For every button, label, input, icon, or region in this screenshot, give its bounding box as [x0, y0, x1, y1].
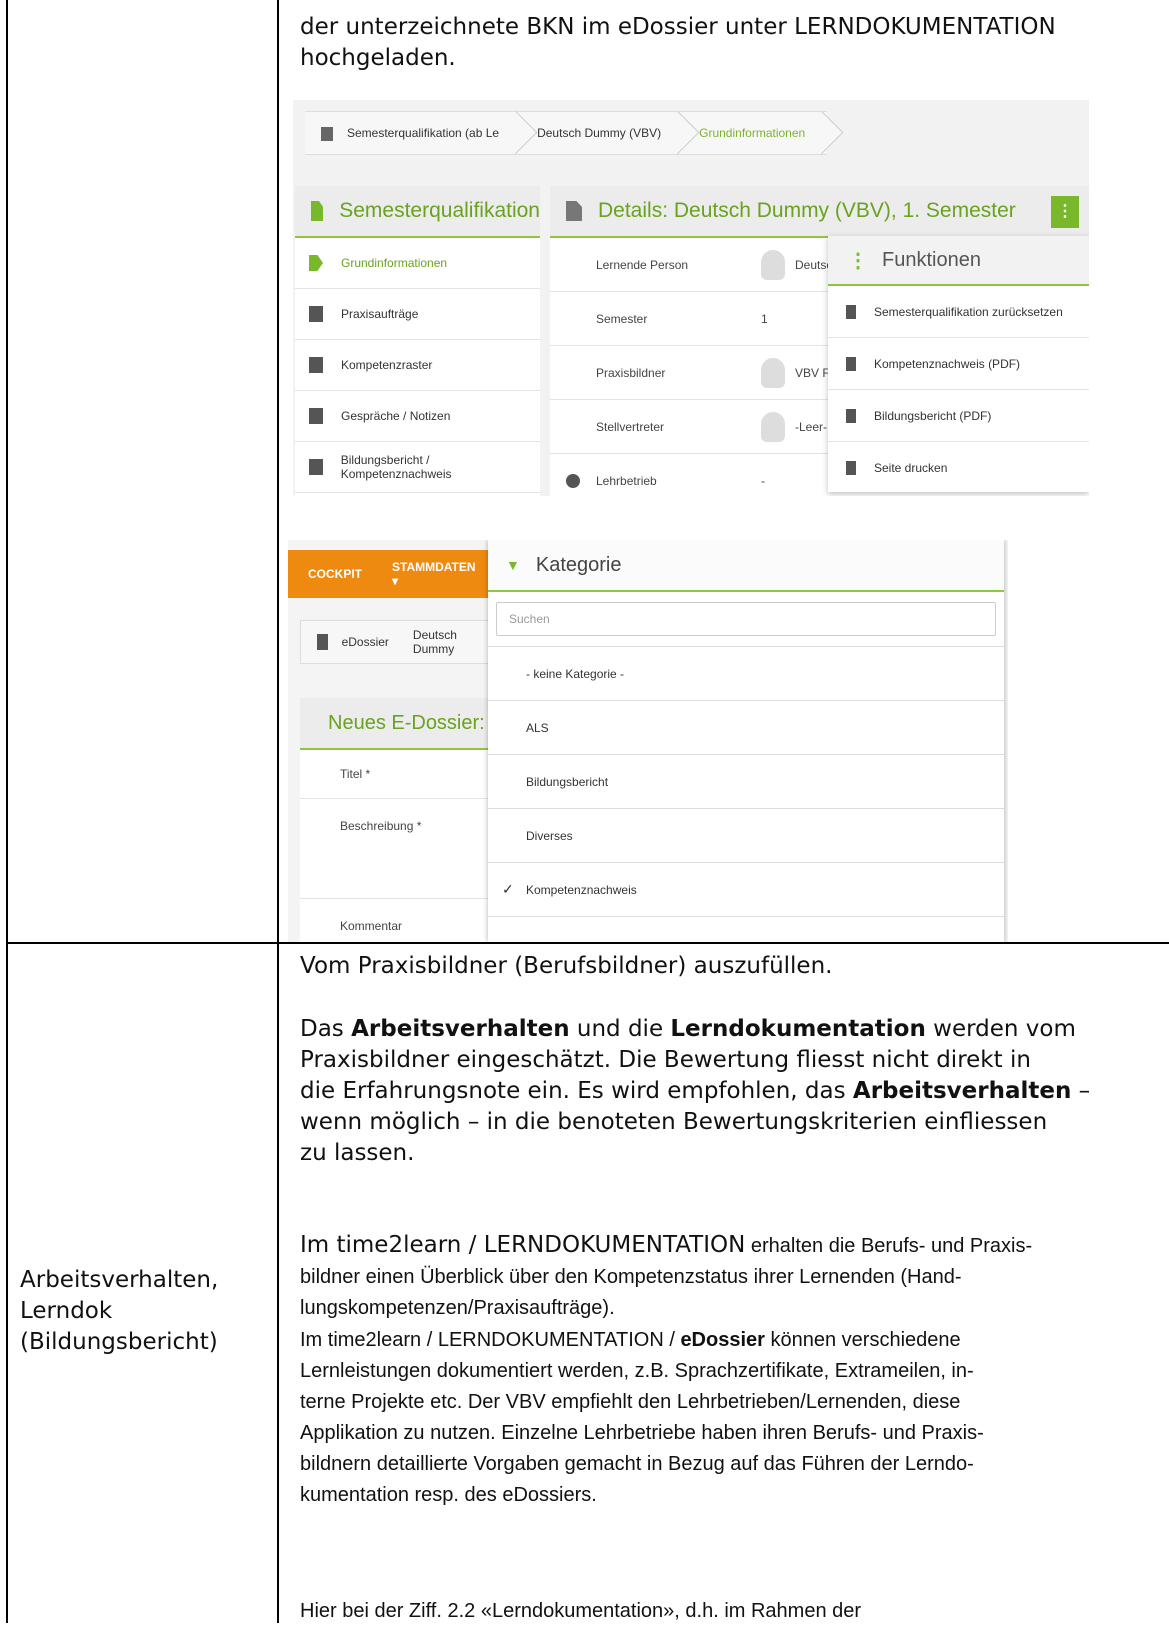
panel-header: Semesterqualifikation: [295, 186, 540, 238]
tools-icon: [309, 306, 323, 322]
document-icon: [317, 634, 328, 650]
menu-item-bildungsbericht-pdf[interactable]: Bildungsbericht (PDF): [828, 390, 1089, 442]
screenshot-semesterqualifikation: Semesterqualifikation (ab Le Deutsch Dum…: [293, 100, 1089, 496]
nav-cockpit[interactable]: COCKPIT: [308, 567, 362, 581]
panel-title: Semesterqualifikation: [339, 199, 540, 222]
paragraph-2: Das Arbeitsverhalten und die Lerndokumen…: [300, 1016, 1091, 1166]
pdf-icon: [846, 408, 856, 423]
breadcrumb: Semesterqualifikation (ab Le Deutsch Dum…: [305, 111, 828, 155]
trash-icon: [846, 304, 856, 319]
menu-item-print[interactable]: Seite drucken: [828, 442, 1089, 493]
screenshot-edossier: COCKPIT STAMMDATEN ▾ eDossier Deutsch Du…: [288, 540, 1008, 942]
kategorie-dropdown: ▼ Kategorie Suchen - keine Kategorie - AL…: [488, 540, 1004, 942]
field-label-beschreibung: Beschreibung *: [300, 799, 490, 899]
search-input[interactable]: Suchen: [496, 602, 996, 636]
avatar-icon: [761, 411, 785, 442]
functions-menu: ⋮ Funktionen Semesterqualifikation zurück…: [828, 236, 1089, 492]
nav-stammdaten[interactable]: STAMMDATEN ▾: [392, 560, 483, 588]
avatar-icon: [761, 357, 785, 388]
intro-line-1: der unterzeichnete BKN im eDossier unter…: [300, 14, 1056, 40]
breadcrumb-item-deutsch-dummy[interactable]: Deutsch Dummy (VBV): [521, 111, 684, 155]
nav-item-grundinformationen[interactable]: Grundinformationen: [295, 238, 540, 289]
paragraph-5: Hier bei der Ziff. 2.2 «Lerndokumentatio…: [300, 1600, 862, 1622]
nav-item-praxisauftraege[interactable]: Praxisaufträge: [295, 289, 540, 340]
report-icon: [309, 459, 323, 475]
triangle-down-icon: ▼: [506, 557, 520, 573]
field-label-titel: Titel *: [300, 750, 490, 799]
nav-item-gespraeche[interactable]: Gespräche / Notizen: [295, 391, 540, 442]
document-icon: [311, 201, 324, 221]
row-label: Arbeitsverhalten, Lerndok (Bildungsberic…: [20, 1267, 219, 1355]
document-page: der unterzeichnete BKN im eDossier unter…: [0, 0, 1169, 1623]
semesterqualifikation-panel: Semesterqualifikation Grundinformationen…: [295, 186, 540, 496]
option-bildungsbericht[interactable]: Bildungsbericht: [488, 754, 1004, 808]
breadcrumb-item-semesterqualifikation[interactable]: Semesterqualifikation (ab Le: [305, 111, 522, 155]
table-column-divider: [277, 0, 279, 1623]
nav-item-bildungsbericht[interactable]: Bildungsbericht / Kompetenznachweis: [295, 442, 540, 493]
question-icon: [309, 357, 323, 373]
option-keine-kategorie[interactable]: - keine Kategorie -: [488, 646, 1004, 700]
report-icon: [566, 201, 582, 221]
menu-item-reset[interactable]: Semesterqualifikation zurücksetzen: [828, 286, 1089, 338]
functions-header: ⋮ Funktionen: [828, 236, 1089, 286]
functions-menu-button[interactable]: ⋮: [1051, 196, 1079, 228]
details-header: Details: Deutsch Dummy (VBV), 1. Semeste…: [550, 186, 1089, 238]
menu-item-kompetenznachweis-pdf[interactable]: Kompetenznachweis (PDF): [828, 338, 1089, 390]
checkmark-icon: ✓: [502, 881, 514, 897]
dropdown-header[interactable]: ▼ Kategorie: [488, 540, 1004, 592]
intro-text: der unterzeichnete BKN im eDossier unter…: [300, 12, 1160, 74]
paragraph-1: Vom Praxisbildner (Berufsbildner) auszuf…: [300, 953, 833, 979]
breadcrumb-item-edossier[interactable]: eDossier: [342, 635, 389, 649]
option-diverses[interactable]: Diverses: [488, 808, 1004, 862]
form-header: Neues E-Dossier: Deu: [300, 698, 527, 750]
details-title: Details: Deutsch Dummy (VBV), 1. Semeste…: [598, 199, 1016, 222]
breadcrumb-item-grundinformationen[interactable]: Grundinformationen: [683, 111, 828, 155]
option-als[interactable]: ALS: [488, 700, 1004, 754]
intro-line-2: hochgeladen.: [300, 45, 456, 71]
document-arrow-icon: [309, 255, 323, 271]
top-navigation: COCKPIT STAMMDATEN ▾: [288, 550, 493, 598]
breadcrumb-item-deutsch-dummy[interactable]: Deutsch Dummy: [413, 628, 491, 656]
avatar-icon: [761, 249, 785, 280]
paragraph-3: Im time2learn / LERNDOKUMENTATION erhalt…: [300, 1232, 1033, 1319]
pdf-icon: [846, 356, 856, 371]
breadcrumb: eDossier Deutsch Dummy: [300, 620, 492, 664]
dots-icon: ⋮: [848, 249, 868, 272]
print-icon: [846, 460, 856, 475]
field-label-kommentar: Kommentar: [340, 919, 403, 933]
table-row-divider: [6, 942, 1169, 944]
option-kompetenznachweis[interactable]: ✓ Kompetenznachweis: [488, 862, 1004, 917]
new-edossier-panel: Neues E-Dossier: Deu Titel * Beschreibun…: [300, 698, 527, 942]
table-border-left: [6, 0, 8, 1623]
info-icon: [566, 473, 580, 488]
document-icon: [309, 408, 323, 424]
nav-item-kompetenzraster[interactable]: Kompetenzraster: [295, 340, 540, 391]
report-icon: [321, 126, 333, 141]
paragraph-4: Im time2learn / LERNDOKUMENTATION / eDos…: [300, 1329, 984, 1506]
